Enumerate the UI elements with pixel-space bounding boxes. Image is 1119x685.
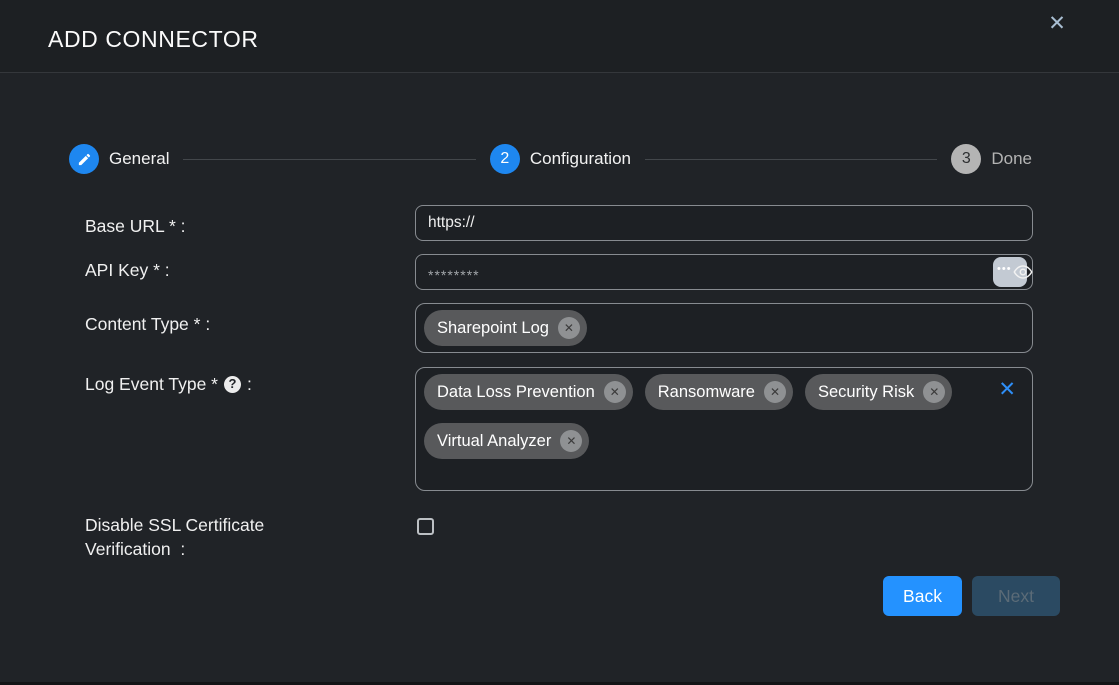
chip-sharepoint-log: Sharepoint Log ✕: [424, 310, 587, 346]
close-icon[interactable]: ✕: [1044, 11, 1070, 37]
log-event-type-multiselect[interactable]: Data Loss Prevention ✕ Ransomware ✕ Secu…: [415, 367, 1033, 491]
disable-ssl-checkbox[interactable]: [417, 518, 434, 535]
chip-ransomware: Ransomware ✕: [645, 374, 793, 410]
api-key-field-wrap: •••: [415, 254, 1033, 290]
chip-label: Sharepoint Log: [437, 319, 549, 338]
base-url-input[interactable]: [415, 205, 1033, 241]
wizard-stepper: General 2 Configuration 3 Done: [69, 144, 1032, 174]
add-connector-dialog: ADD CONNECTOR ✕ General 2 Configuration …: [0, 0, 1119, 685]
step-configuration-label: Configuration: [530, 149, 631, 169]
api-key-label: API Key * :: [85, 259, 170, 281]
dialog-header: ADD CONNECTOR ✕: [0, 0, 1119, 73]
base-url-label: Base URL * :: [85, 215, 186, 237]
chip-security-risk: Security Risk ✕: [805, 374, 952, 410]
base-url-field-wrap: [415, 205, 1033, 241]
content-type-label: Content Type * :: [85, 313, 210, 335]
api-key-input[interactable]: [415, 254, 1033, 290]
content-type-multiselect[interactable]: Sharepoint Log ✕: [415, 303, 1033, 353]
dialog-title: ADD CONNECTOR: [48, 26, 259, 53]
password-reveal-button[interactable]: •••: [993, 257, 1027, 287]
chip-remove-icon[interactable]: ✕: [764, 381, 786, 403]
chip-label: Virtual Analyzer: [437, 432, 551, 451]
chip-data-loss-prevention: Data Loss Prevention ✕: [424, 374, 633, 410]
back-button[interactable]: Back: [883, 576, 962, 616]
chip-label: Ransomware: [658, 383, 755, 402]
step-done: 3 Done: [951, 144, 1032, 174]
log-event-type-label-text: Log Event Type *: [85, 373, 218, 395]
disable-ssl-label: Disable SSL Certificate Verification :: [85, 513, 303, 561]
chip-remove-icon[interactable]: ✕: [558, 317, 580, 339]
help-icon[interactable]: ?: [224, 376, 241, 393]
stepper-connector: [645, 159, 937, 160]
clear-selection-icon[interactable]: ✕: [998, 380, 1016, 400]
chip-virtual-analyzer: Virtual Analyzer ✕: [424, 423, 589, 459]
step-3-number: 3: [951, 144, 981, 174]
step-general-label: General: [109, 149, 169, 169]
eye-icon: [1010, 261, 1036, 288]
pencil-icon: [69, 144, 99, 174]
chip-remove-icon[interactable]: ✕: [604, 381, 626, 403]
log-event-type-label: Log Event Type * ? :: [85, 373, 252, 395]
step-general[interactable]: General: [69, 144, 169, 174]
step-done-label: Done: [991, 149, 1032, 169]
chip-remove-icon[interactable]: ✕: [560, 430, 582, 452]
step-configuration[interactable]: 2 Configuration: [490, 144, 631, 174]
next-button[interactable]: Next: [972, 576, 1060, 616]
chip-label: Security Risk: [818, 383, 914, 402]
chip-label: Data Loss Prevention: [437, 383, 595, 402]
chip-remove-icon[interactable]: ✕: [923, 381, 945, 403]
stepper-connector: [183, 159, 475, 160]
log-event-type-colon: :: [247, 373, 252, 395]
step-2-number: 2: [490, 144, 520, 174]
